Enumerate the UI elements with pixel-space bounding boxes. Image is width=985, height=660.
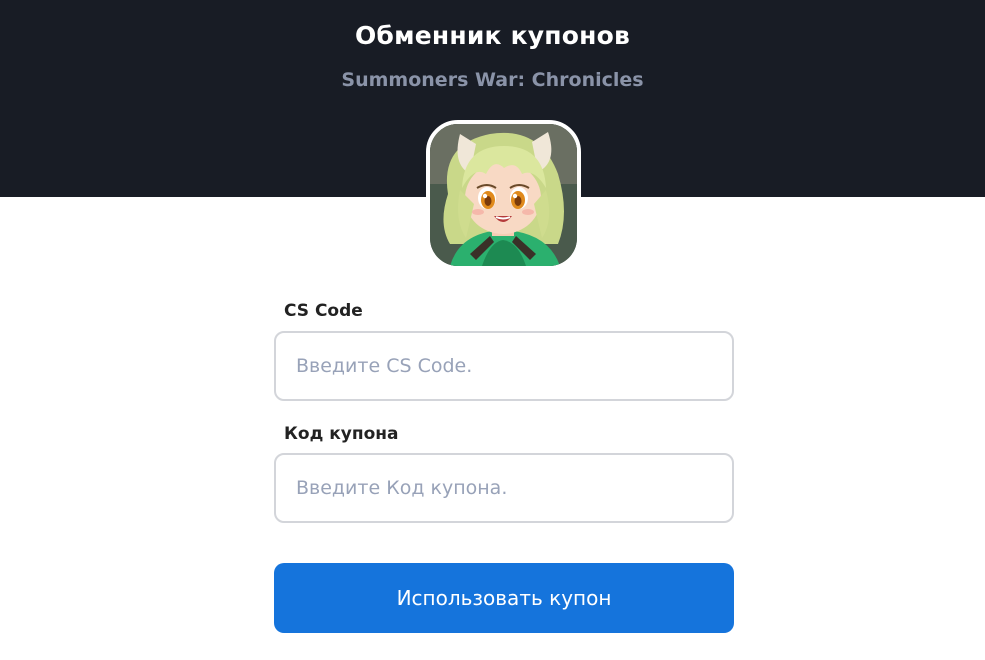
coupon-code-label: Код купона: [284, 424, 399, 444]
game-icon: [426, 120, 581, 270]
game-subtitle: Summoners War: Chronicles: [341, 69, 644, 91]
page-title: Обменник купонов: [354, 21, 630, 50]
coupon-exchange-page: Обменник купонов Summoners War: Chronicl…: [0, 0, 985, 660]
character-portrait-icon: [430, 124, 577, 266]
redeem-coupon-button[interactable]: Использовать купон: [274, 563, 734, 633]
cs-code-input[interactable]: [274, 331, 734, 401]
coupon-code-input[interactable]: [274, 453, 734, 523]
cs-code-label: CS Code: [284, 301, 363, 321]
